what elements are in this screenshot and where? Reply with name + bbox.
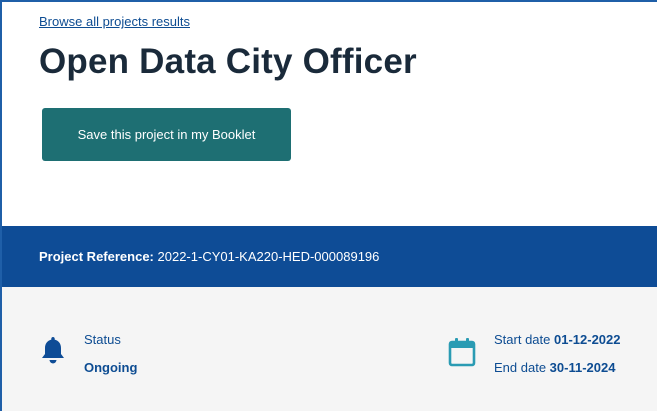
project-header: Browse all projects results Open Data Ci… xyxy=(2,2,657,226)
status-label: Status xyxy=(84,332,121,347)
project-reference-value: 2022-1-CY01-KA220-HED-000089196 xyxy=(157,249,380,264)
save-to-booklet-button[interactable]: Save this project in my Booklet xyxy=(42,108,291,161)
calendar-icon xyxy=(448,338,476,367)
start-date-label: Start date xyxy=(494,332,551,347)
project-reference-bar: Project Reference: 2022-1-CY01-KA220-HED… xyxy=(2,226,657,287)
status-value: Ongoing xyxy=(84,360,138,375)
page-title: Open Data City Officer xyxy=(39,42,417,81)
end-date: End date 30-11-2024 xyxy=(494,360,615,375)
project-reference-label: Project Reference: xyxy=(39,249,154,264)
start-date: Start date 01-12-2022 xyxy=(494,332,621,347)
end-date-value: 30-11-2024 xyxy=(549,360,616,375)
bell-icon xyxy=(42,337,64,364)
end-date-label: End date xyxy=(494,360,547,375)
project-page: Browse all projects results Open Data Ci… xyxy=(0,0,657,411)
browse-all-projects-link[interactable]: Browse all projects results xyxy=(39,14,190,29)
start-date-value: 01-12-2022 xyxy=(554,332,621,347)
project-info-panel: Status Ongoing Start date 01-12-2022 End… xyxy=(2,287,657,411)
